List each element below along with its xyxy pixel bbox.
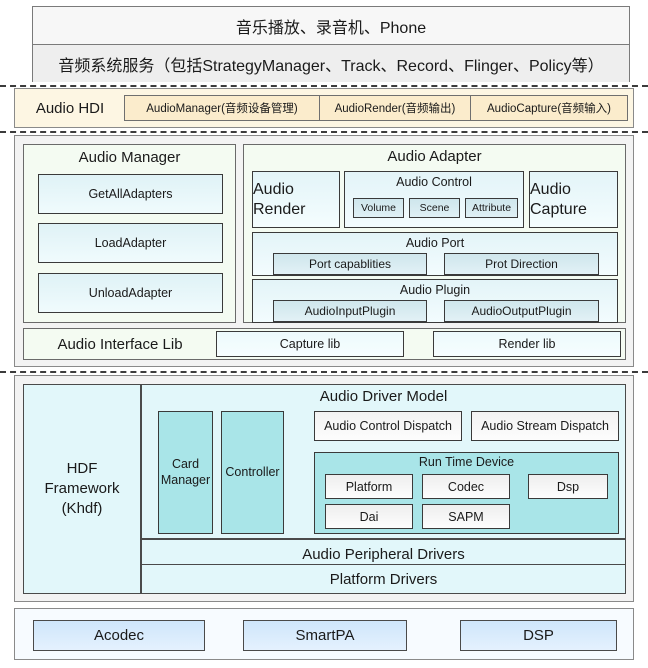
rtd-chip-dsp[interactable]: Dsp [528,474,608,499]
application-layer-panel: 音乐播放、录音机、Phone 音频系统服务（包括StrategyManager、… [32,6,630,82]
audio-port-chip-capabilities[interactable]: Port capablities [273,253,427,275]
audio-hdi-title: Audio HDI [35,99,105,117]
hardware-chip-acodec[interactable]: Acodec [33,620,205,651]
hardware-panel: Acodec SmartPA DSP [14,608,634,660]
audio-plugin-chip-input[interactable]: AudioInputPlugin [273,300,427,322]
audio-port-chip-direction[interactable]: Prot Direction [444,253,599,275]
audio-control-chip-volume[interactable]: Volume [353,198,404,218]
hdi-chip-audio-manager[interactable]: AudioManager(音频设备管理) [124,95,320,121]
hardware-chip-smartpa[interactable]: SmartPA [243,620,407,651]
audio-control-title: Audio Control [396,175,472,189]
separator-hal-driver [0,371,648,373]
audio-capture-box[interactable]: Audio Capture [529,171,618,228]
audio-control-dispatch-box[interactable]: Audio Control Dispatch [314,411,462,441]
rtd-chip-platform[interactable]: Platform [325,474,413,499]
separator-hdi-hal [0,131,648,133]
audio-capture-label: Audio Capture [530,181,587,218]
audio-plugin-chip-output[interactable]: AudioOutputPlugin [444,300,599,322]
audio-interface-lib-title: Audio Interface Lib [57,335,183,353]
architecture-diagram: 音乐播放、录音机、Phone 音频系统服务（包括StrategyManager、… [0,0,648,668]
audio-driver-model-title: Audio Driver Model [319,388,448,405]
hdf-framework-box[interactable]: HDF Framework (Khdf) [23,384,141,594]
controller-label: Controller [225,464,280,479]
hdf-framework-line3: (Khdf) [61,500,103,518]
audio-port-title: Audio Port [405,236,465,250]
rtd-chip-dai[interactable]: Dai [325,504,413,529]
hdi-chip-audio-render[interactable]: AudioRender(音频输出) [319,95,471,121]
audio-control-chip-attribute[interactable]: Attribute [465,198,518,218]
interface-lib-chip-capture[interactable]: Capture lib [216,331,404,357]
audio-adapter-group: Audio Adapter Audio Render Audio Control… [243,144,626,323]
audio-plugin-group: Audio Plugin AudioInputPlugin AudioOutpu… [252,279,618,323]
hdi-chip-audio-capture[interactable]: AudioCapture(音频输入) [470,95,628,121]
audio-render-box[interactable]: Audio Render [252,171,340,228]
audio-manager-item-loadadapter[interactable]: LoadAdapter [38,223,223,263]
card-manager-line2: Manager [160,472,211,487]
separator-apps-hdi [0,85,648,87]
run-time-device-title: Run Time Device [418,455,515,469]
audio-adapter-title: Audio Adapter [387,148,482,165]
audio-driver-model-group: Audio Driver Model Card Manager Controll… [141,384,626,539]
controller-box[interactable]: Controller [221,411,284,534]
card-manager-box[interactable]: Card Manager [158,411,213,534]
audio-manager-title: Audio Manager [78,149,181,166]
run-time-device-group: Run Time Device Platform Codec Dsp Dai S… [314,452,619,534]
card-manager-line1: Card [171,456,200,471]
hdf-framework-line2: Framework [44,479,120,497]
audio-port-group: Audio Port Port capablities Prot Directi… [252,232,618,276]
audio-hdi-items: AudioManager(音频设备管理) AudioRender(音频输出) A… [124,95,628,121]
audio-interface-lib-group: Audio Interface Lib Capture lib Render l… [23,328,626,360]
audio-manager-item-unloadadapter[interactable]: UnloadAdapter [38,273,223,313]
rtd-chip-sapm[interactable]: SAPM [422,504,510,529]
audio-control-chip-scene[interactable]: Scene [409,198,460,218]
audio-manager-item-getalladapters[interactable]: GetAllAdapters [38,174,223,214]
audio-plugin-title: Audio Plugin [399,283,471,297]
audio-manager-group: Audio Manager GetAllAdapters LoadAdapter… [23,144,236,323]
audio-render-label: Audio Render [253,181,306,218]
audio-hdi-panel: Audio HDI AudioManager(音频设备管理) AudioRend… [14,88,634,128]
audio-driver-panel: HDF Framework (Khdf) Audio Driver Model … [14,375,634,602]
audio-system-services-row: 音频系统服务（包括StrategyManager、Track、Record、Fl… [33,45,629,82]
audio-hal-panel: Audio Manager GetAllAdapters LoadAdapter… [14,135,634,367]
hdf-framework-line1: HDF [66,459,98,477]
rtd-chip-codec[interactable]: Codec [422,474,510,499]
applications-row: 音乐播放、录音机、Phone [33,7,629,45]
audio-control-group: Audio Control Volume Scene Attribute [344,171,524,228]
platform-drivers-box[interactable]: Platform Drivers [141,564,626,594]
hardware-chip-dsp[interactable]: DSP [460,620,617,651]
interface-lib-chip-render[interactable]: Render lib [433,331,621,357]
audio-stream-dispatch-box[interactable]: Audio Stream Dispatch [471,411,619,441]
